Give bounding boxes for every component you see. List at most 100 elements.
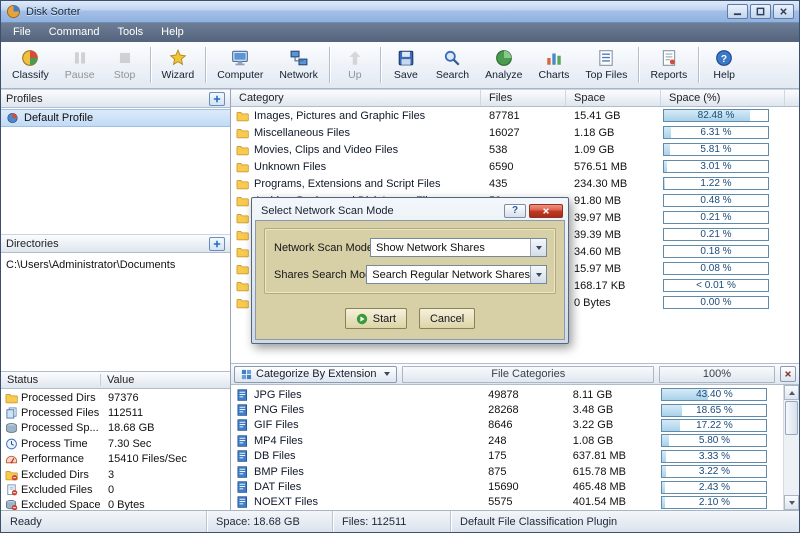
percent-value: 3.33 % xyxy=(699,451,730,462)
files-column-header[interactable]: Files xyxy=(481,90,566,106)
profile-icon xyxy=(6,112,19,124)
plus-icon xyxy=(213,240,221,248)
value-column-header[interactable]: Value xyxy=(101,374,134,386)
status-row[interactable]: Performance15410 Files/Sec xyxy=(1,452,230,467)
close-button[interactable] xyxy=(773,4,794,19)
chevron-down-icon[interactable] xyxy=(530,239,546,256)
scrollbar-track[interactable] xyxy=(784,436,799,495)
menu-item-command[interactable]: Command xyxy=(40,23,109,42)
classify-button[interactable]: Classify xyxy=(4,44,57,86)
status-label: Excluded Files xyxy=(21,484,101,496)
scroll-up-button[interactable] xyxy=(784,385,799,400)
space-percent-column-header[interactable]: Space (%) xyxy=(661,90,785,106)
add-profile-button[interactable] xyxy=(209,92,225,106)
percent-bar: 6.31 % xyxy=(663,126,769,139)
save-button[interactable]: Save xyxy=(384,44,428,86)
dialog-body: Network Scan Mode: Show Network Shares S… xyxy=(255,220,565,340)
help-icon: ? xyxy=(715,49,733,67)
status-row[interactable]: Processed Files112511 xyxy=(1,405,230,420)
menu-item-tools[interactable]: Tools xyxy=(108,23,152,42)
maximize-button[interactable] xyxy=(750,4,771,19)
status-row[interactable]: Processed Sp...18.68 GB xyxy=(1,421,230,436)
extension-row[interactable]: NOEXT Files5575401.54 MB2.10 % xyxy=(231,495,783,510)
status-state: Ready xyxy=(1,511,207,532)
extension-row[interactable]: DB Files175637.81 MB3.33 % xyxy=(231,449,783,464)
percent-bar-fill xyxy=(664,144,670,155)
chevron-down-icon[interactable] xyxy=(530,266,546,283)
name-cell: Movies, Clips and Video Files xyxy=(231,144,481,156)
titlebar[interactable]: Disk Sorter xyxy=(1,1,799,23)
category-row[interactable]: Programs, Extensions and Script Files435… xyxy=(231,175,799,192)
start-button[interactable]: Start xyxy=(345,308,407,329)
directory-list-item[interactable]: C:\Users\Administrator\Documents xyxy=(6,257,225,273)
category-row[interactable]: Unknown Files6590576.51 MB3.01 % xyxy=(231,158,799,175)
toolbar-button-label: Pause xyxy=(65,69,95,81)
scrollbar-thumb[interactable] xyxy=(785,401,798,435)
reports-button[interactable]: Reports xyxy=(642,44,695,86)
wizard-icon xyxy=(169,49,187,67)
percent-value: 3.01 % xyxy=(700,161,731,172)
top-files-button[interactable]: Top Files xyxy=(577,44,635,86)
stop-button[interactable]: Stop xyxy=(103,44,147,86)
help-button[interactable]: ?Help xyxy=(702,44,746,86)
categorize-mode-label: Categorize By Extension xyxy=(256,368,376,380)
disk-sorter-window: Disk Sorter File Command Tools Help Clas… xyxy=(0,0,800,533)
close-bottom-panel-button[interactable] xyxy=(780,366,796,382)
percent-cell: 0.08 % xyxy=(661,262,785,275)
shares-search-mode-select[interactable]: Search Regular Network Shares xyxy=(366,265,547,284)
folder-icon xyxy=(236,178,249,190)
computer-button[interactable]: Computer xyxy=(209,44,271,86)
profile-list-item[interactable]: Default Profile xyxy=(1,109,230,127)
percent-cell: 0.18 % xyxy=(661,245,785,258)
minimize-button[interactable] xyxy=(727,4,748,19)
name-text: DB Files xyxy=(254,450,296,462)
excluded-folder-icon xyxy=(5,469,18,481)
folder-icon xyxy=(236,195,249,207)
category-row[interactable]: Movies, Clips and Video Files5381.09 GB5… xyxy=(231,141,799,158)
scale-header-button[interactable]: 100% xyxy=(659,366,775,383)
network-scan-mode-value: Show Network Shares xyxy=(371,239,530,256)
status-row[interactable]: Excluded Space0 Bytes xyxy=(1,498,230,510)
performance-icon-box xyxy=(1,453,21,465)
dialog-titlebar[interactable]: Select Network Scan Mode ? xyxy=(255,201,565,220)
status-row[interactable]: Processed Dirs97376 xyxy=(1,390,230,405)
analyze-button[interactable]: Analyze xyxy=(477,44,530,86)
dialog-actions: Start Cancel xyxy=(256,308,564,329)
dialog-close-button[interactable] xyxy=(529,204,563,218)
scan-mode-groupbox: Network Scan Mode: Show Network Shares S… xyxy=(264,228,556,294)
menu-item-help[interactable]: Help xyxy=(152,23,193,42)
dialog-help-button[interactable]: ? xyxy=(504,204,526,218)
folder-icon xyxy=(236,110,249,122)
file-categories-header-button[interactable]: File Categories xyxy=(402,366,654,383)
percent-cell: 3.22 % xyxy=(659,465,783,478)
extension-row[interactable]: DAT Files15690465.48 MB2.43 % xyxy=(231,479,783,494)
name-text: MP4 Files xyxy=(254,435,303,447)
scroll-down-button[interactable] xyxy=(784,495,799,510)
network-scan-mode-select[interactable]: Show Network Shares xyxy=(370,238,547,257)
cancel-button[interactable]: Cancel xyxy=(419,308,475,329)
menu-item-file[interactable]: File xyxy=(4,23,40,42)
network-button[interactable]: Network xyxy=(271,44,326,86)
categorize-mode-dropdown[interactable]: Categorize By Extension xyxy=(234,366,397,383)
charts-button[interactable]: Charts xyxy=(530,44,577,86)
category-column-header[interactable]: Category xyxy=(231,90,481,106)
add-directory-button[interactable] xyxy=(209,237,225,251)
pause-button[interactable]: Pause xyxy=(57,44,103,86)
percent-value: 5.81 % xyxy=(700,144,731,155)
category-row[interactable]: Images, Pictures and Graphic Files877811… xyxy=(231,107,799,124)
extension-row[interactable]: PNG Files282683.48 GB18.65 % xyxy=(231,402,783,417)
category-row[interactable]: Miscellaneous Files160271.18 GB6.31 % xyxy=(231,124,799,141)
status-value: 112511 xyxy=(101,407,230,419)
extension-row[interactable]: BMP Files875615.78 MB3.22 % xyxy=(231,464,783,479)
up-button[interactable]: Up xyxy=(333,44,377,86)
extension-row[interactable]: GIF Files86463.22 GB17.22 % xyxy=(231,418,783,433)
status-row[interactable]: Excluded Dirs3 xyxy=(1,467,230,482)
extension-row[interactable]: MP4 Files2481.08 GB5.80 % xyxy=(231,433,783,448)
status-column-header[interactable]: Status xyxy=(1,374,101,386)
search-button[interactable]: Search xyxy=(428,44,477,86)
space-column-header[interactable]: Space xyxy=(566,90,661,106)
extension-row[interactable]: JPG Files498788.11 GB43.40 % xyxy=(231,387,783,402)
wizard-button[interactable]: Wizard xyxy=(154,44,203,86)
status-row[interactable]: Excluded Files0 xyxy=(1,482,230,497)
status-row[interactable]: Process Time7.30 Sec xyxy=(1,436,230,451)
